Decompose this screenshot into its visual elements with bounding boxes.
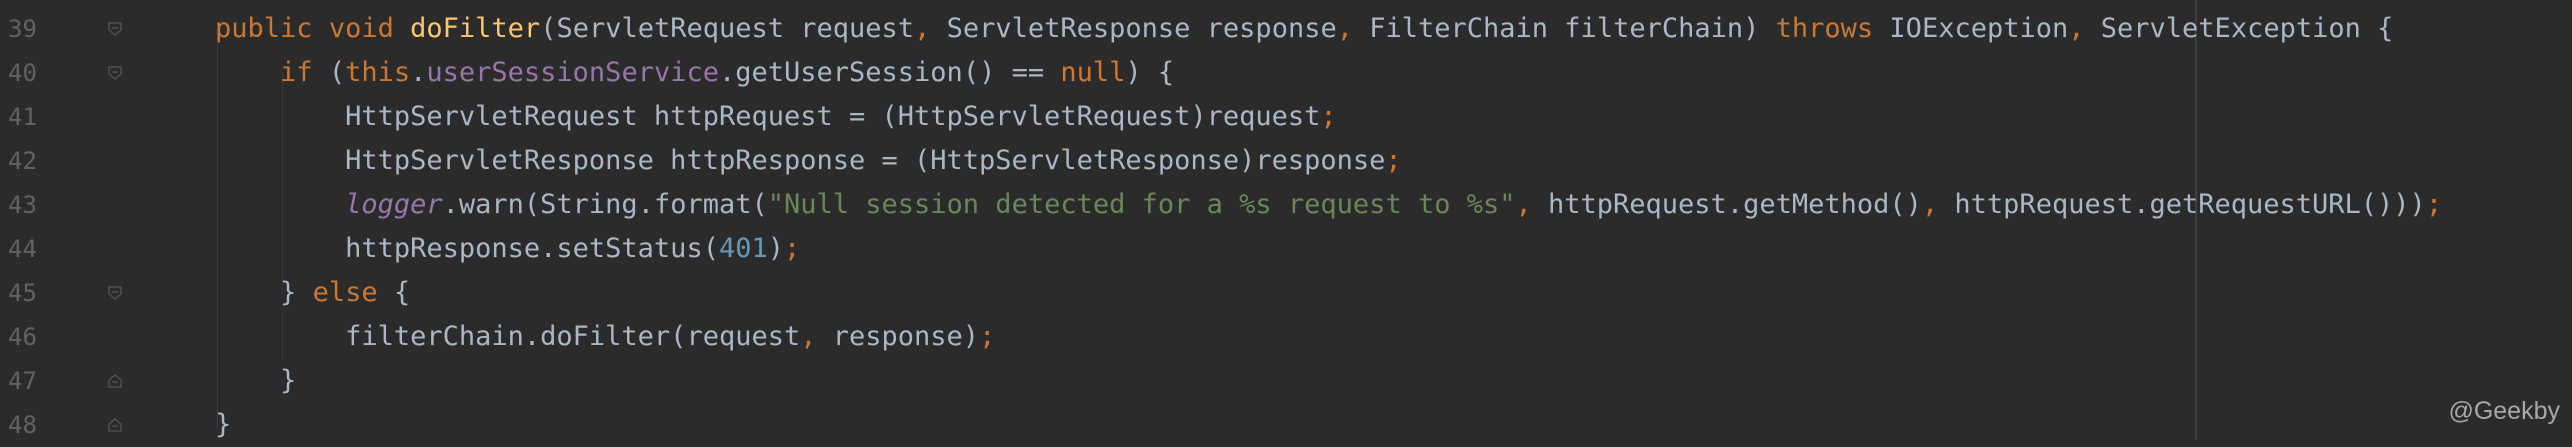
fold-open-icon[interactable] — [108, 22, 122, 36]
code-token: "Null session detected for a %s request … — [767, 189, 1516, 220]
code-token: { — [377, 277, 411, 308]
code-token: 401 — [718, 233, 768, 264]
code-token: ( — [312, 57, 346, 88]
code-token: void — [328, 13, 394, 44]
code-token: FilterChain filterChain) — [1352, 13, 1776, 44]
fold-end-icon[interactable] — [108, 374, 122, 388]
fold-open-icon[interactable] — [108, 66, 122, 80]
code-token: .getUserSession() == — [718, 57, 1061, 88]
code-token: HttpServletResponse httpResponse = (Http… — [345, 145, 1386, 176]
line-number[interactable]: 39 — [8, 7, 48, 51]
fold-open-icon[interactable] — [108, 286, 122, 300]
code-token: , — [1336, 13, 1353, 44]
code-token: ServletException { — [2084, 13, 2394, 44]
code-token: response) — [816, 321, 980, 352]
code-token: } — [280, 277, 313, 308]
code-token: } — [215, 409, 232, 440]
code-token: ServletResponse response — [930, 13, 1337, 44]
code-editor[interactable]: 39 40 41 42 43 44 45 46 47 48 public voi… — [0, 0, 2572, 440]
line-number[interactable]: 43 — [8, 183, 48, 227]
code-token: , — [1515, 189, 1532, 220]
code-token: logger — [345, 189, 443, 220]
line-number[interactable]: 42 — [8, 139, 48, 183]
line-number[interactable]: 44 — [8, 227, 48, 271]
code-line[interactable]: HttpServletResponse httpResponse = (Http… — [150, 139, 1402, 183]
code-token: else — [312, 277, 378, 308]
code-token: doFilter — [410, 13, 541, 44]
code-line[interactable]: } — [150, 403, 231, 447]
code-token: . — [410, 57, 427, 88]
code-line[interactable]: public void doFilter(ServletRequest requ… — [150, 7, 2393, 51]
line-number[interactable]: 46 — [8, 315, 48, 359]
code-token: ) { — [1125, 57, 1175, 88]
line-number[interactable]: 48 — [8, 403, 48, 447]
fold-end-icon[interactable] — [108, 418, 122, 432]
editor-gutter: 39 40 41 42 43 44 45 46 47 48 — [0, 0, 150, 440]
code-token: public — [215, 13, 313, 44]
code-area[interactable]: public void doFilter(ServletRequest requ… — [150, 0, 2572, 440]
code-token: , — [1921, 189, 1939, 220]
code-token: httpRequest.getRequestURL())) — [1938, 189, 2426, 220]
line-number[interactable]: 41 — [8, 95, 48, 139]
line-number[interactable]: 45 — [8, 271, 48, 315]
code-token: (ServletRequest request — [540, 13, 915, 44]
code-token: HttpServletRequest httpRequest = (HttpSe… — [345, 101, 1321, 132]
code-line[interactable]: logger.warn(String.format("Null session … — [150, 183, 2442, 227]
code-line[interactable]: HttpServletRequest httpRequest = (HttpSe… — [150, 95, 1337, 139]
code-token: ; — [1385, 145, 1402, 176]
code-token: .warn(String.format( — [442, 189, 768, 220]
watermark-label: @Geekby — [2448, 397, 2560, 425]
code-token: null — [1060, 57, 1126, 88]
code-token: this — [345, 57, 411, 88]
code-line[interactable]: if (this.userSessionService.getUserSessi… — [150, 51, 1174, 95]
code-token: } — [280, 365, 297, 396]
code-line[interactable]: } else { — [150, 271, 410, 315]
code-token: filterChain.doFilter(request — [345, 321, 801, 352]
code-token: , — [2068, 13, 2085, 44]
code-token: ; — [784, 233, 801, 264]
code-token: userSessionService — [426, 57, 719, 88]
code-token: ; — [1320, 101, 1337, 132]
code-token: ; — [979, 321, 996, 352]
code-token: if — [280, 57, 313, 88]
code-token: IOException — [1873, 13, 2069, 44]
code-line[interactable]: filterChain.doFilter(request, response); — [150, 315, 995, 359]
code-token: ) — [767, 233, 784, 264]
code-token: httpResponse.setStatus( — [345, 233, 719, 264]
code-token: throws — [1775, 13, 1874, 44]
code-token: ; — [2425, 189, 2443, 220]
line-number[interactable]: 40 — [8, 51, 48, 95]
code-line[interactable]: httpResponse.setStatus(401); — [150, 227, 800, 271]
code-token: httpRequest.getMethod() — [1531, 189, 1922, 220]
code-token: , — [800, 321, 817, 352]
code-line[interactable]: } — [150, 359, 296, 403]
code-token: , — [914, 13, 931, 44]
line-number[interactable]: 47 — [8, 359, 48, 403]
